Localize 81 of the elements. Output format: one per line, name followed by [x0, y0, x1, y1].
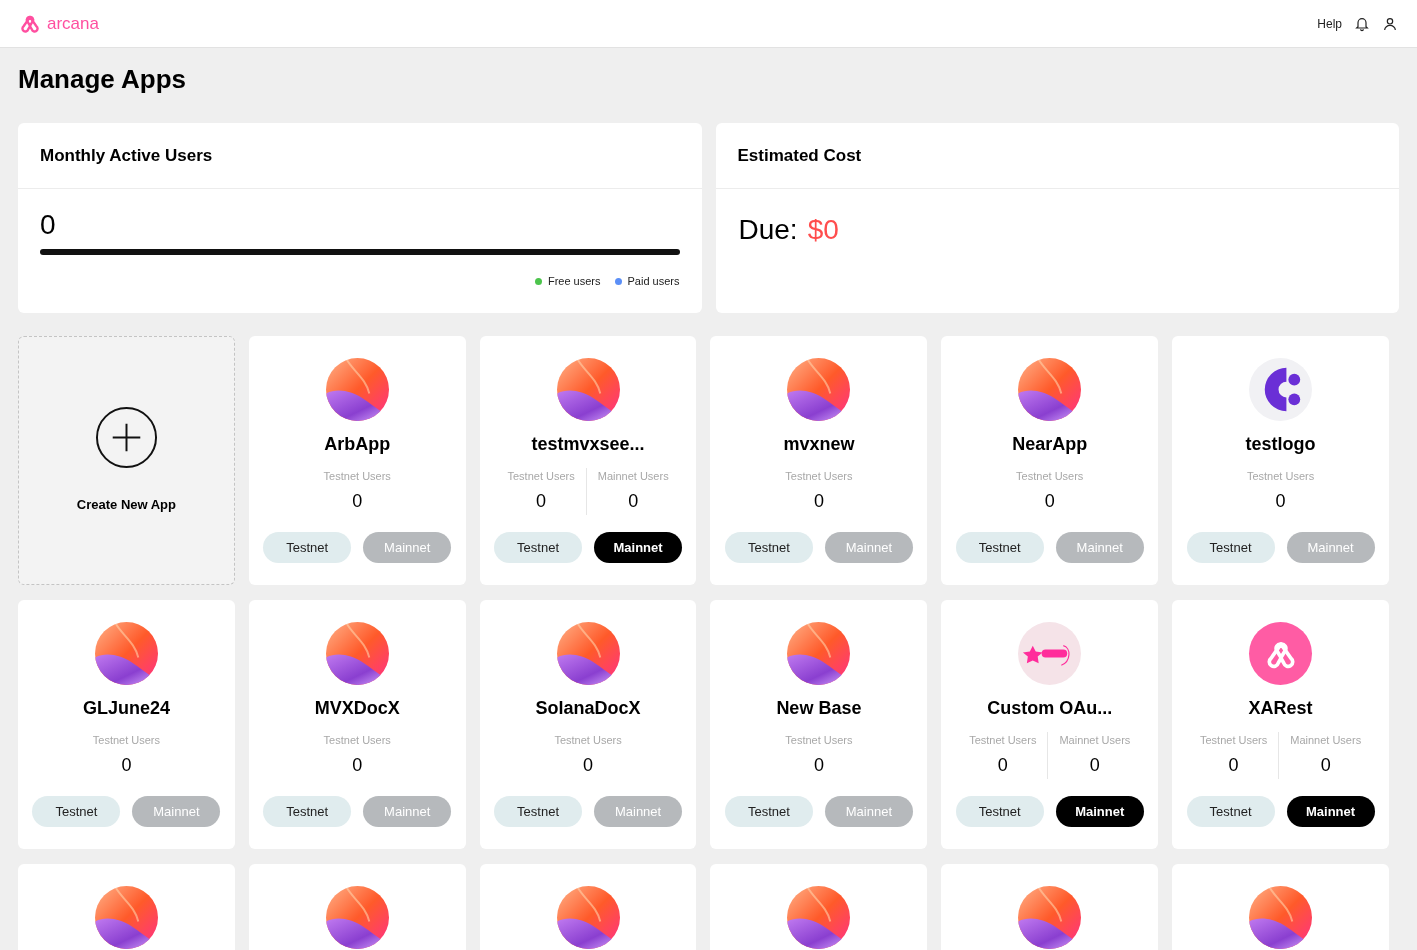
app-name: testmvxsee...	[531, 433, 645, 456]
app-card[interactable]: ArbApp Testnet Users 0 Testnet Mainnet	[248, 336, 466, 585]
stat-value: 0	[813, 753, 824, 777]
app-name: testlogo	[1245, 433, 1316, 456]
app-card[interactable]: Custom OAu... Testnet Users 0 Mainnet Users 0 Testnet Mainnet	[941, 600, 1159, 849]
app-card[interactable]: GLJune24 Testnet Users 0 Testnet Mainnet	[18, 600, 235, 849]
stat-label: Testnet Users	[507, 469, 575, 484]
stat-value: 0	[997, 753, 1008, 777]
stat-label: Testnet Users	[1016, 469, 1084, 484]
stat-value: 0	[1044, 489, 1055, 513]
testnet-button[interactable]: Testnet	[263, 532, 352, 563]
due-amount: $0	[807, 213, 839, 247]
app-name: New Base	[776, 697, 862, 720]
testnet-button[interactable]: Testnet	[494, 796, 583, 827]
app-card[interactable]: SolanaDocX Testnet Users 0 Testnet Mainnet	[479, 600, 697, 849]
app-card[interactable]: New Base Testnet Users 0 Testnet Mainnet	[710, 600, 928, 849]
stat-label: Testnet Users	[554, 733, 622, 748]
stat-label: Testnet Users	[785, 469, 853, 484]
mainnet-button[interactable]: Mainnet	[1286, 796, 1375, 827]
testnet-button[interactable]: Testnet	[32, 796, 121, 827]
stat-value: 0	[1089, 753, 1100, 777]
page-title: Manage Apps	[18, 63, 188, 96]
user-icon[interactable]	[1382, 15, 1398, 32]
testnet-button[interactable]: Testnet	[494, 532, 583, 563]
stat-label: Mainnet Users	[1059, 733, 1131, 748]
card-title: Estimated Cost	[737, 144, 862, 167]
stat-value: 0	[1275, 489, 1286, 513]
card-title: Monthly Active Users	[40, 144, 213, 167]
due-label: Due:	[738, 213, 798, 247]
app-card[interactable]: testmvxsee... Testnet Users 0 Mainnet Users 0 Testnet Mainnet	[479, 336, 697, 585]
stat-value: 0	[352, 489, 363, 513]
app-name: ArbApp	[324, 433, 391, 456]
stat-label: Testnet Users	[92, 733, 161, 748]
mainnet-button[interactable]: Mainnet	[1055, 796, 1144, 827]
app-name: GLJune24	[82, 697, 170, 720]
testnet-button[interactable]: Testnet	[724, 532, 813, 563]
stat-label: Testnet Users	[785, 733, 853, 748]
stat-value: 0	[1320, 753, 1331, 777]
stat-label: Testnet Users	[323, 733, 391, 748]
app-card[interactable]: XARest Testnet Users 0 Mainnet Users 0 Testnet Mainnet	[1172, 600, 1389, 849]
app-card[interactable]: NearApp Testnet Users 0 Testnet Mainnet	[941, 336, 1159, 585]
mau-value: 0	[40, 209, 57, 241]
app-name: MVXDocX	[314, 697, 400, 720]
app-name: SolanaDocX	[535, 697, 641, 720]
testnet-button[interactable]: Testnet	[263, 796, 352, 827]
brand-logo-icon	[19, 14, 41, 33]
app-card[interactable]: mvxnew Testnet Users 0 Testnet Mainnet	[710, 336, 928, 585]
stat-value: 0	[628, 489, 639, 513]
stat-value: 0	[352, 753, 363, 777]
stat-label: Testnet Users	[1246, 469, 1315, 484]
testnet-button[interactable]: Testnet	[1186, 796, 1275, 827]
legend-label: Paid users	[627, 274, 680, 289]
bell-icon[interactable]	[1354, 15, 1370, 32]
mainnet-button[interactable]: Mainnet	[594, 532, 683, 563]
plus-circle-icon	[94, 406, 158, 470]
testnet-button[interactable]: Testnet	[1186, 532, 1275, 563]
stat-value: 0	[1228, 753, 1239, 777]
stat-value: 0	[813, 489, 824, 513]
stat-label: Testnet Users	[323, 469, 391, 484]
stat-label: Testnet Users	[1200, 733, 1268, 748]
app-card[interactable]: testlogo Testnet Users 0 Testnet Mainnet	[1172, 336, 1389, 585]
stat-label: Mainnet Users	[1290, 733, 1362, 748]
legend-label: Free users	[547, 274, 601, 289]
brand-name: arcana	[47, 12, 99, 35]
app-card[interactable]: MVXDocX Testnet Users 0 Testnet Mainnet	[248, 600, 466, 849]
testnet-button[interactable]: Testnet	[724, 796, 813, 827]
letter-c-logo-icon	[1249, 358, 1313, 421]
app-name: mvxnew	[783, 433, 855, 456]
stat-value: 0	[536, 489, 547, 513]
star-logo-icon	[1018, 622, 1082, 685]
app-name: XARest	[1248, 697, 1313, 720]
stat-value: 0	[121, 753, 132, 777]
stat-value: 0	[583, 753, 594, 777]
app-name: Custom OAu...	[987, 697, 1113, 720]
stat-label: Testnet Users	[969, 733, 1037, 748]
create-app-card[interactable]: Create New App	[18, 336, 235, 585]
testnet-button[interactable]: Testnet	[955, 796, 1044, 827]
testnet-button[interactable]: Testnet	[955, 532, 1044, 563]
stat-label: Mainnet Users	[597, 469, 669, 484]
help-link[interactable]: Help	[1317, 14, 1342, 33]
app-name: NearApp	[1012, 433, 1088, 456]
